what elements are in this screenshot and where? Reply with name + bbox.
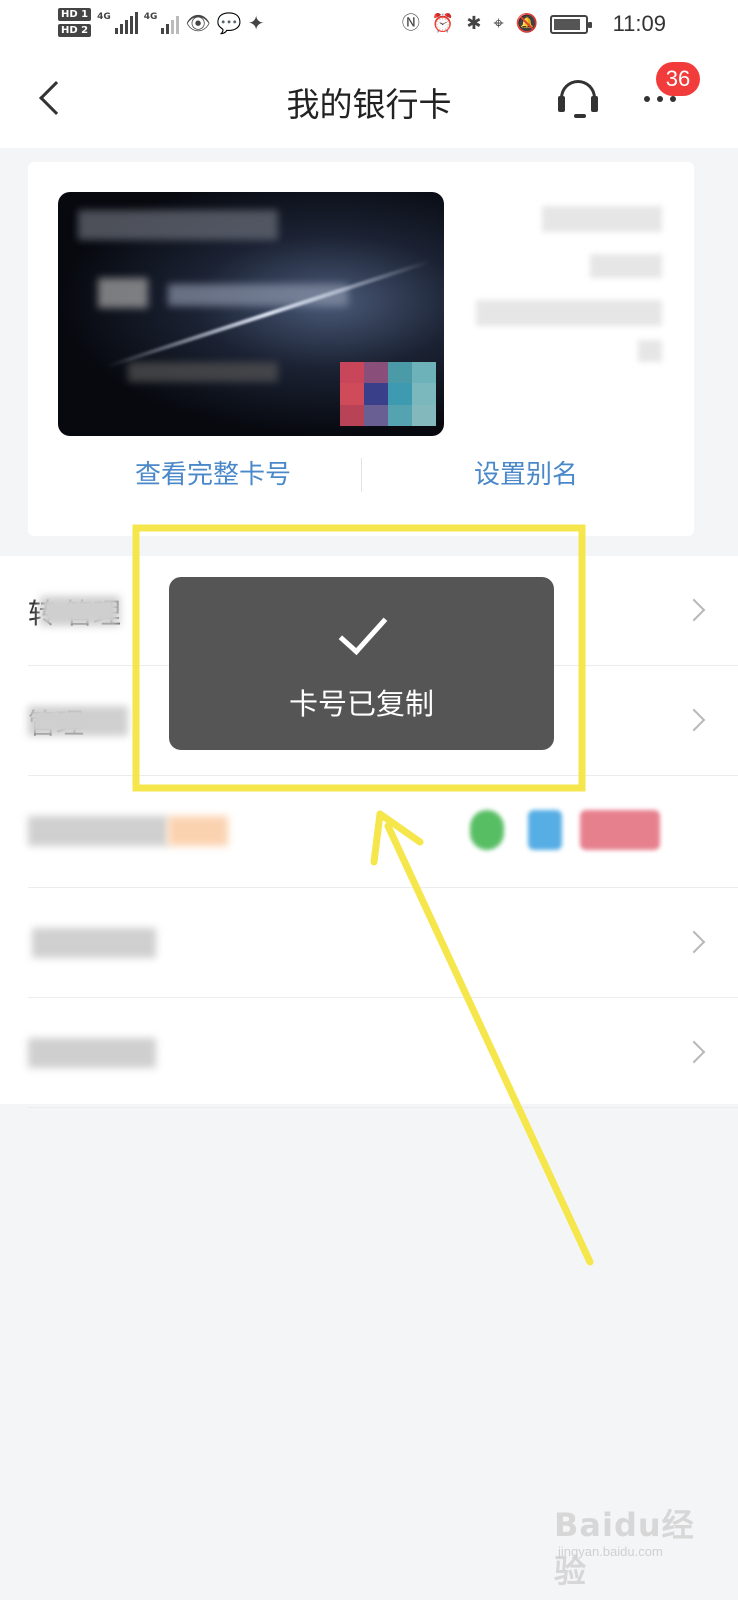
hd-1-badge: HD 1	[58, 8, 92, 21]
redacted-tag	[168, 816, 228, 846]
bank-card-image	[58, 192, 444, 436]
card-info-line-1	[542, 206, 662, 232]
redacted-text	[28, 816, 168, 846]
watermark-url: jingyan.baidu.com	[558, 1544, 663, 1559]
card-chip-redacted	[98, 278, 148, 308]
network-type-2: 4G	[143, 11, 158, 22]
headset-mic	[574, 114, 586, 118]
wechat-pay-icon	[470, 810, 504, 850]
status-left-group: HD 1 HD 2 4G 4G 👁 💬 ✦	[58, 8, 264, 37]
hd-2-badge: HD 2	[58, 24, 92, 37]
list-item[interactable]	[28, 776, 738, 888]
headset-ear-left	[558, 96, 565, 112]
battery-icon	[550, 14, 592, 34]
redacted-text	[40, 596, 120, 626]
customer-service-button[interactable]	[556, 78, 600, 122]
card-holder-redacted	[128, 362, 278, 382]
redacted-text	[32, 928, 156, 958]
card-bank-name-redacted	[78, 210, 278, 240]
checkmark-icon	[331, 604, 391, 661]
headset-ear-right	[591, 96, 598, 112]
nfc-icon: Ⓝ	[401, 13, 420, 34]
chevron-right-icon	[682, 1040, 706, 1064]
copied-toast: 卡号已复制	[169, 577, 554, 750]
app-notification-icon: ✦	[247, 10, 265, 35]
status-bar: HD 1 HD 2 4G 4G 👁 💬 ✦ Ⓝ ⏰ ✱ ⌖ 🔕 11:09	[0, 0, 738, 52]
toast-message: 卡号已复制	[288, 687, 434, 721]
view-full-card-number-link[interactable]: 查看完整卡号	[68, 454, 358, 494]
list-item[interactable]	[28, 998, 738, 1108]
page-title: 我的银行卡	[286, 85, 452, 124]
alarm-icon: ⏰	[431, 13, 455, 34]
location-icon: ⌖	[493, 13, 504, 34]
mute-icon: 🔕	[515, 13, 538, 34]
set-alias-link[interactable]: 设置别名	[376, 454, 676, 494]
notification-badge: 36	[656, 62, 700, 96]
card-info-line-4	[638, 340, 662, 362]
chat-icon: 💬	[216, 10, 242, 35]
eye-icon: 👁	[185, 10, 211, 35]
unionpay-icon	[580, 810, 660, 850]
status-right-group: Ⓝ ⏰ ✱ ⌖ 🔕	[401, 13, 592, 35]
redacted-text	[28, 1038, 156, 1068]
baidu-watermark: Baidu经验 jingyan.baidu.com	[554, 1500, 724, 1590]
network-type-1: 4G	[97, 11, 111, 22]
card-light-streak	[105, 259, 431, 369]
action-divider	[361, 458, 362, 492]
signal-2-icon: 4G	[144, 12, 180, 34]
hd-indicators: HD 1 HD 2	[58, 8, 92, 37]
more-dots-icon	[644, 96, 676, 102]
card-info-line-2	[590, 254, 662, 278]
signal-1-icon: 4G	[97, 11, 138, 34]
chevron-right-icon	[682, 708, 706, 732]
chevron-right-icon	[682, 598, 706, 622]
top-nav-bar: 我的银行卡	[0, 52, 738, 148]
card-info-line-3	[476, 300, 662, 326]
status-time: 11:09	[612, 11, 666, 36]
bank-card-panel: 查看完整卡号 设置别名	[28, 162, 694, 536]
list-item[interactable]	[28, 888, 738, 998]
card-network-logo	[340, 362, 436, 426]
bluetooth-icon: ✱	[466, 13, 482, 34]
chevron-right-icon	[682, 930, 706, 954]
redacted-text	[28, 706, 128, 736]
alipay-icon	[528, 810, 562, 850]
